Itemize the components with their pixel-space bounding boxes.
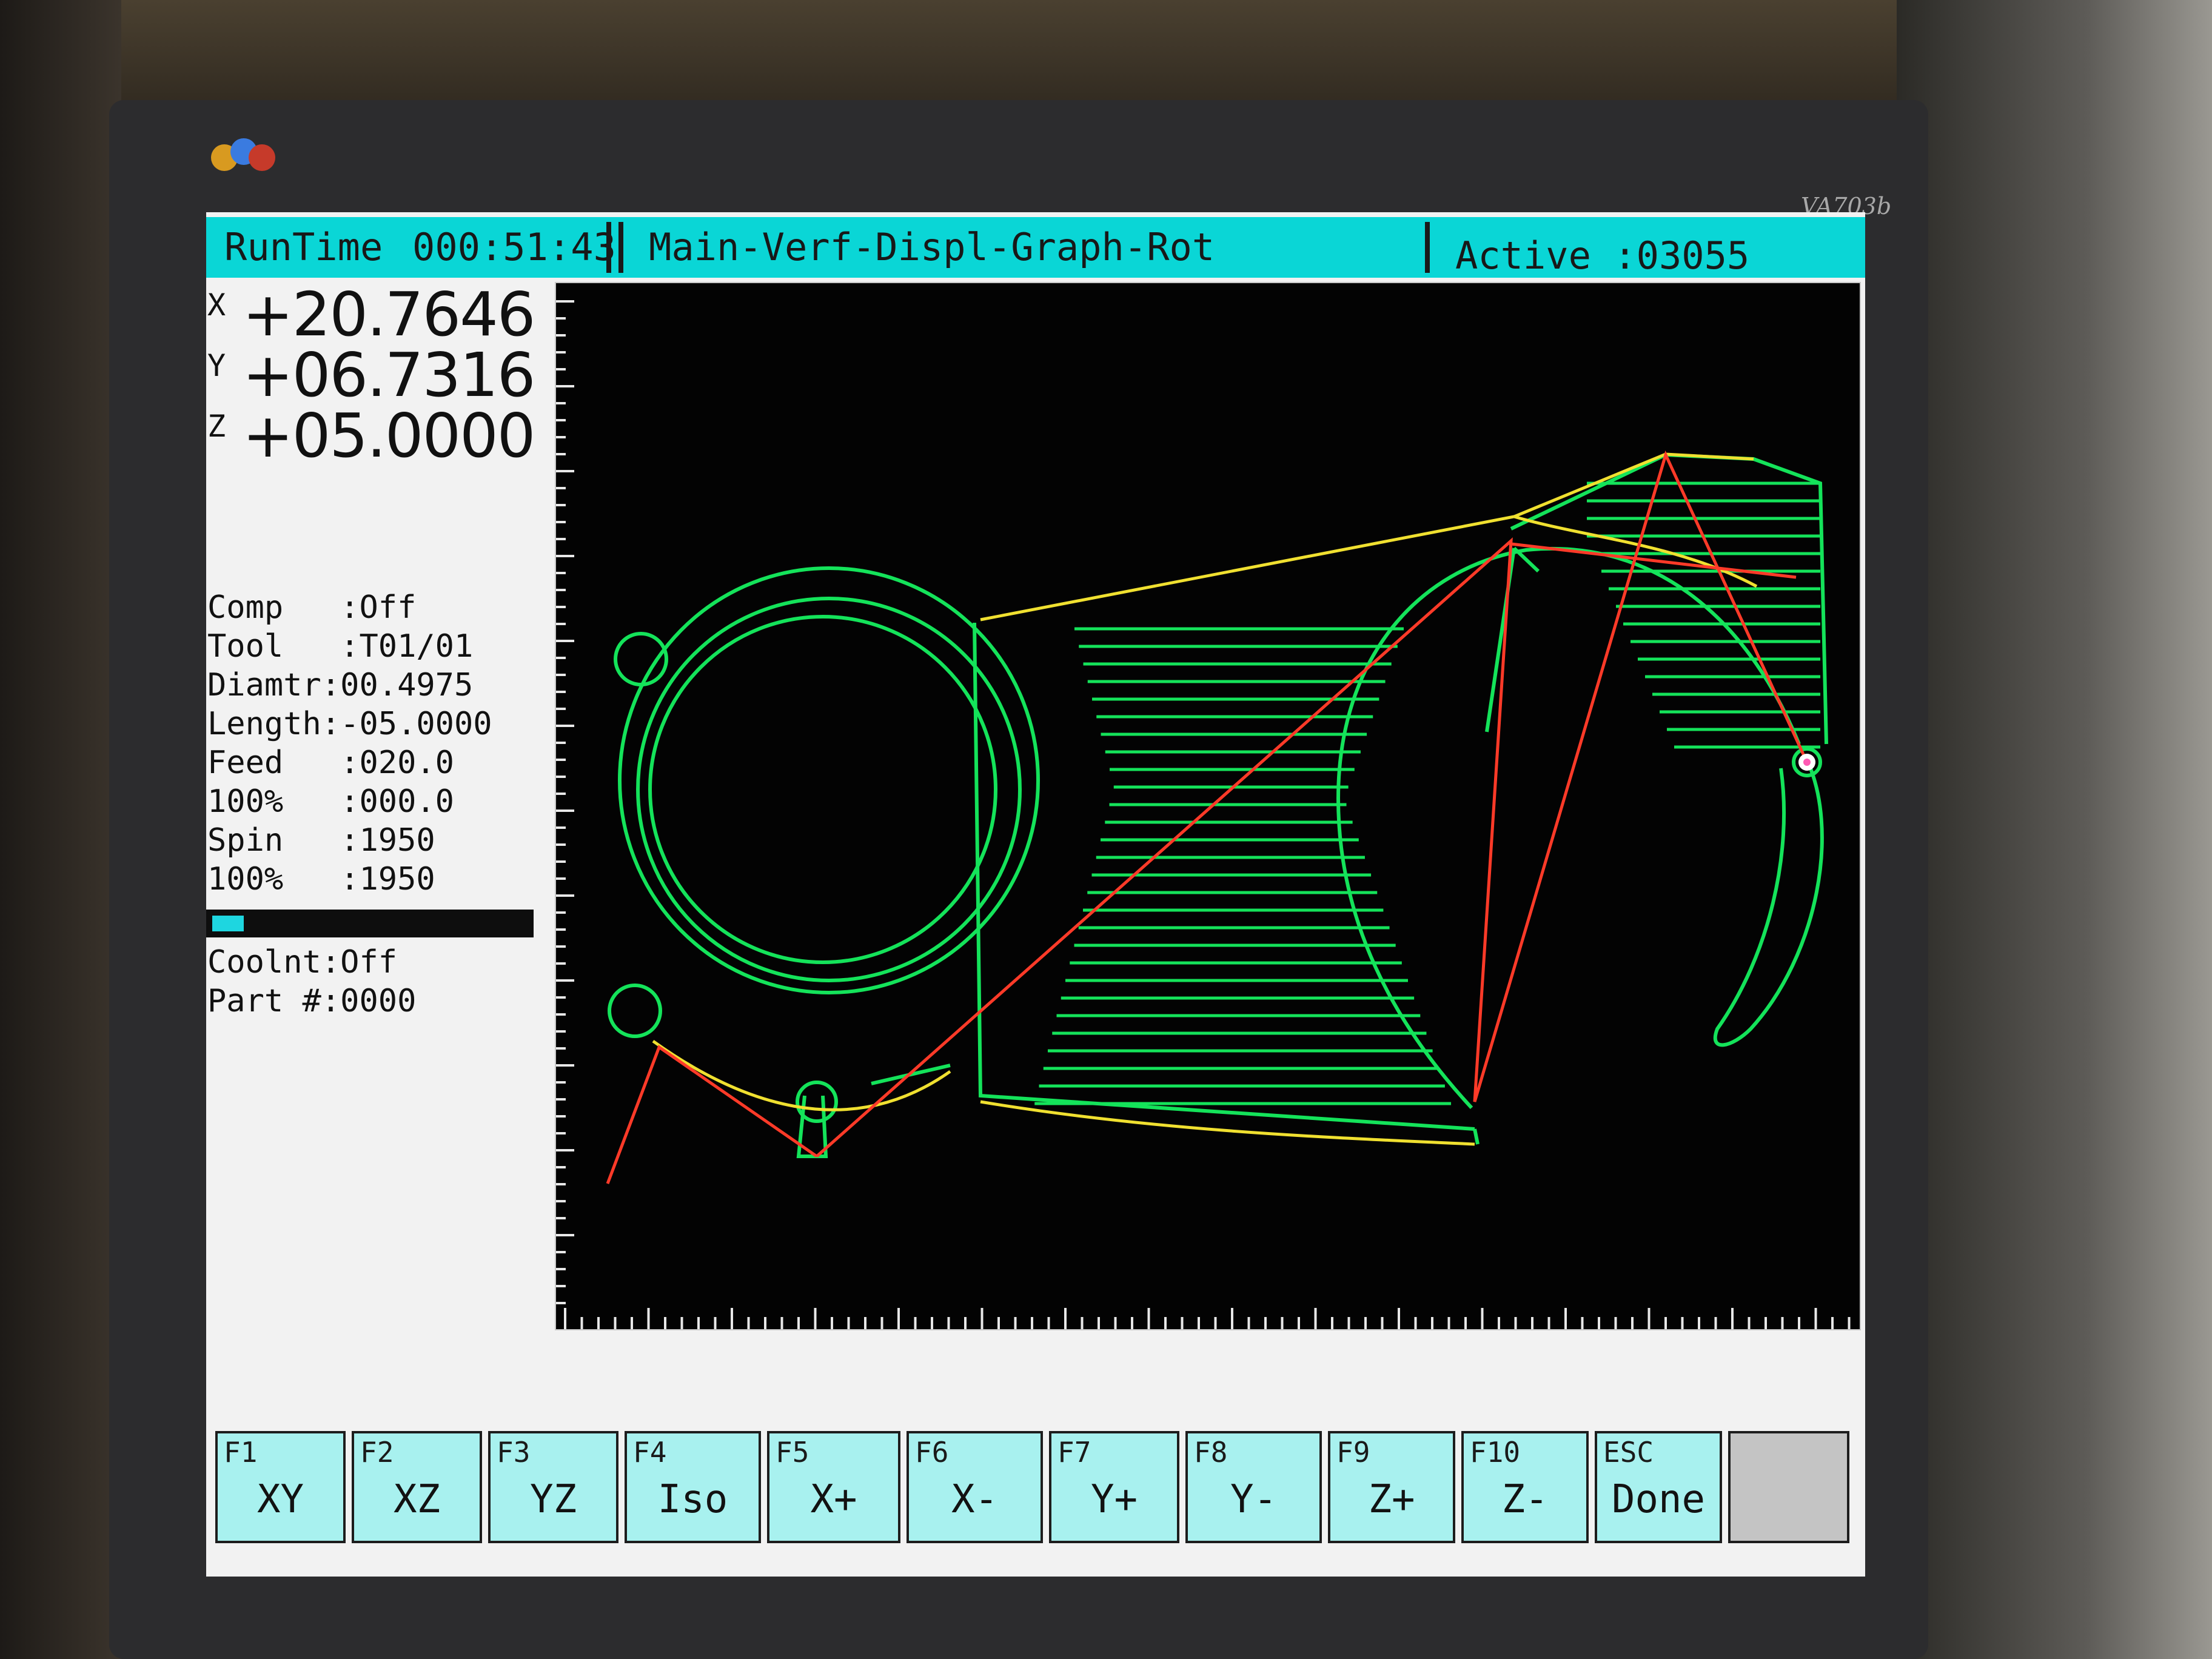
fkey-f6-x-minus[interactable]: F6 X-	[907, 1431, 1043, 1543]
fkey-label: X-	[951, 1477, 999, 1522]
fkey-code: F9	[1336, 1436, 1370, 1469]
fkey-code: F2	[360, 1436, 394, 1469]
axis-label: Y	[207, 348, 226, 383]
fkey-f1-xy[interactable]: F1 XY	[215, 1431, 346, 1543]
coord-y: Y +06.7316	[206, 340, 546, 411]
pocket-hatching	[1034, 481, 1820, 1105]
fkey-code: F10	[1470, 1436, 1521, 1469]
fkey-code: ESC	[1603, 1436, 1654, 1469]
fkey-label: Y+	[1090, 1477, 1138, 1522]
title-divider	[1425, 222, 1430, 273]
param-diameter: Diamtr:00.4975	[207, 667, 474, 703]
fkey-f5-x-plus[interactable]: F5 X+	[767, 1431, 900, 1543]
fkey-f7-y-plus[interactable]: F7 Y+	[1049, 1431, 1179, 1543]
fkey-label: Y-	[1230, 1477, 1278, 1522]
fkey-label: YZ	[529, 1477, 577, 1522]
fkey-label: Iso	[657, 1477, 728, 1522]
fkey-f10-z-minus[interactable]: F10 Z-	[1461, 1431, 1589, 1543]
fkey-code: F4	[633, 1436, 667, 1469]
machine-parameters-lower: Coolnt:Off Part #:0000	[207, 943, 547, 1021]
fkey-code: F8	[1194, 1436, 1228, 1469]
param-tool: Tool :T01/01	[207, 628, 474, 665]
param-spindle-override: 100% :1950	[207, 861, 435, 897]
fkey-code: F3	[497, 1436, 531, 1469]
param-feed: Feed :020.0	[207, 745, 454, 781]
function-key-bar: F1 XY F2 XZ F3 YZ F4 Iso F5 X+ F6 X- F7 …	[215, 1431, 1865, 1552]
axis-value: +05.0000	[243, 400, 535, 471]
fkey-label: Done	[1611, 1477, 1706, 1522]
fkey-code: F5	[776, 1436, 809, 1469]
fkey-code: F7	[1057, 1436, 1091, 1469]
coord-x: X +20.7646	[206, 279, 546, 350]
fkey-label: XY	[256, 1477, 304, 1522]
fkey-esc-done[interactable]: ESC Done	[1595, 1431, 1722, 1543]
title-divider	[618, 222, 623, 273]
position-readout: X +20.7646 Y +06.7316 Z +05.0000	[206, 279, 546, 471]
status-title-bar: RunTime 000:51:43 Main-Verf-Displ-Graph-…	[206, 217, 1865, 278]
fkey-label: Z+	[1368, 1477, 1415, 1522]
toolpath-canvas	[556, 300, 1851, 1329]
background-left	[0, 0, 121, 1659]
fkey-f9-z-plus[interactable]: F9 Z+	[1328, 1431, 1455, 1543]
toolpath-graph	[555, 282, 1861, 1330]
fkey-label: XZ	[393, 1477, 441, 1522]
toolpath-yellow	[652, 452, 1758, 1146]
fkey-f3-yz[interactable]: F3 YZ	[488, 1431, 618, 1543]
param-feed-override: 100% :000.0	[207, 783, 454, 820]
fkey-f2-xz[interactable]: F2 XZ	[352, 1431, 482, 1543]
param-length: Length:-05.0000	[207, 706, 492, 742]
fkey-label: Z-	[1501, 1477, 1549, 1522]
tool-position-marker	[1798, 754, 1815, 771]
fkey-label: X+	[810, 1477, 857, 1522]
axis-label: Z	[207, 409, 226, 444]
fkey-code: F1	[224, 1436, 258, 1469]
param-spindle: Spin :1950	[207, 822, 435, 859]
param-coolant: Coolnt:Off	[207, 944, 398, 980]
machine-parameters: Comp :Off Tool :T01/01 Diamtr:00.4975 Le…	[207, 588, 547, 899]
runtime-label: RunTime	[224, 225, 383, 269]
fkey-f4-iso[interactable]: F4 Iso	[625, 1431, 761, 1543]
fkey-code: F6	[915, 1436, 949, 1469]
cnc-screen: RunTime 000:51:43 Main-Verf-Displ-Graph-…	[206, 212, 1865, 1577]
runtime-value: 000:51:43	[412, 225, 616, 269]
title-divider	[606, 222, 611, 273]
fkey-blank	[1728, 1431, 1849, 1543]
param-part-number: Part #:0000	[207, 983, 417, 1019]
progress-bar	[206, 910, 534, 937]
menu-path: Main-Verf-Displ-Graph-Rot	[649, 225, 1215, 269]
brand-logo-icon	[211, 138, 275, 171]
active-block: Active :03055	[1455, 233, 1750, 278]
progress-fill	[212, 916, 244, 931]
rapid-moves	[606, 450, 1809, 1184]
param-comp: Comp :Off	[207, 589, 417, 626]
axis-label: X	[207, 287, 226, 323]
coord-z: Z +05.0000	[206, 400, 546, 471]
background-right	[1897, 0, 2212, 1659]
fkey-f8-y-minus[interactable]: F8 Y-	[1185, 1431, 1322, 1543]
